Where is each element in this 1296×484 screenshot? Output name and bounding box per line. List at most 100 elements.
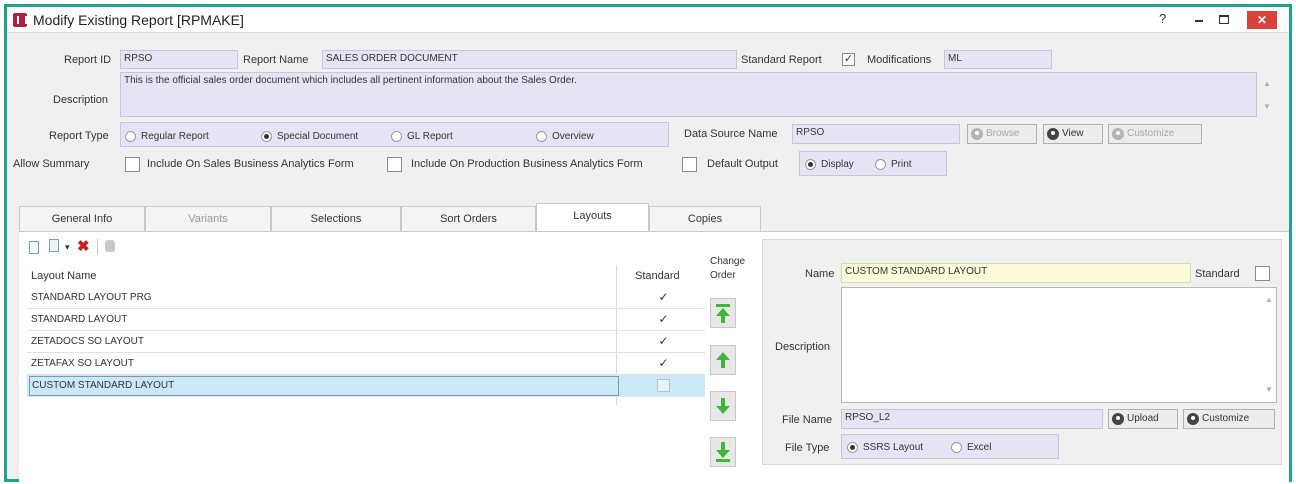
copy-layout-icon[interactable] (49, 239, 59, 252)
table-row[interactable]: ZETAFAX SO LAYOUT ✓ (27, 353, 705, 375)
include-production-checkbox[interactable] (682, 157, 697, 172)
customize-layout-icon (1187, 413, 1199, 425)
radio-excel[interactable] (951, 442, 962, 453)
layout-name-label: Name (805, 268, 835, 280)
customize-icon (1112, 128, 1124, 140)
table-row[interactable]: STANDARD LAYOUT ✓ (27, 309, 705, 331)
print-label: Print (891, 159, 912, 170)
tab-copies[interactable]: Copies (649, 206, 761, 232)
tab-selections[interactable]: Selections (271, 206, 401, 232)
layout-name-cell: ZETADOCS SO LAYOUT (31, 336, 144, 347)
tab-variants[interactable]: Variants (145, 206, 271, 232)
standard-cell[interactable]: ✓ (657, 335, 670, 348)
report-window: Modify Existing Report [RPMAKE] ? ✕ Repo… (4, 4, 1292, 483)
upload-button-label: Upload (1127, 413, 1159, 424)
default-output-label: Default Output (707, 158, 778, 170)
customize-report-label: Customize (1127, 128, 1175, 139)
hand-icon (105, 240, 115, 252)
report-name-label: Report Name (243, 54, 309, 66)
radio-ssrs-layout[interactable] (847, 442, 858, 453)
modifications-label: Modifications (867, 54, 932, 66)
radio-gl-report[interactable] (391, 131, 402, 142)
move-up-icon (716, 352, 730, 368)
scroll-down-icon[interactable]: ▼ (1263, 102, 1271, 111)
view-icon (1047, 128, 1059, 140)
radio-overview[interactable] (536, 131, 547, 142)
browse-button: Browse (967, 124, 1037, 144)
report-name-field[interactable]: SALES ORDER DOCUMENT (322, 50, 737, 69)
file-name-field[interactable]: RPSO_L2 (841, 409, 1103, 429)
layout-description-field[interactable] (841, 287, 1277, 403)
description-label: Description (53, 94, 109, 106)
modifications-field[interactable]: ML (944, 50, 1052, 69)
radio-regular-report[interactable] (125, 131, 136, 142)
report-type-label: Report Type (49, 130, 109, 142)
standard-report-checkbox[interactable]: ✓ (842, 53, 855, 66)
move-down-icon (716, 398, 730, 414)
standard-report-label: Standard Report (741, 54, 822, 66)
tab-sort-orders[interactable]: Sort Orders (401, 206, 536, 232)
layout-name-cell[interactable]: CUSTOM STANDARD LAYOUT (29, 376, 619, 396)
new-layout-icon[interactable] (29, 241, 39, 254)
view-button-label: View (1062, 128, 1084, 139)
move-up-button[interactable] (710, 345, 736, 375)
include-sales-checkbox[interactable] (387, 157, 402, 172)
ssrs-layout-label: SSRS Layout (863, 442, 924, 453)
layout-name-cell: ZETAFAX SO LAYOUT (31, 358, 134, 369)
excel-label: Excel (967, 442, 992, 453)
include-production-label: Include On Production Business Analytics… (411, 158, 643, 170)
col-standard[interactable]: Standard (635, 265, 680, 287)
customize-report-button: Customize (1108, 124, 1202, 144)
file-type-label: File Type (785, 442, 830, 454)
app-icon (13, 13, 27, 27)
standard-cell[interactable]: ✓ (657, 291, 670, 304)
radio-special-document[interactable] (261, 131, 272, 142)
minimize-icon[interactable] (1195, 20, 1203, 22)
report-id-field[interactable]: RPSO (120, 50, 238, 69)
tab-layouts[interactable]: Layouts (536, 203, 649, 232)
maximize-icon[interactable] (1219, 15, 1229, 24)
delete-layout-icon[interactable]: ✖ (77, 237, 90, 255)
special-document-label: Special Document (277, 131, 359, 142)
toolbar-divider (97, 239, 98, 255)
layout-name-cell: STANDARD LAYOUT (31, 314, 128, 325)
file-name-label: File Name (782, 414, 833, 426)
desc-scroll-up-icon[interactable]: ▲ (1265, 295, 1273, 304)
table-row-selected[interactable]: CUSTOM STANDARD LAYOUT (27, 375, 705, 397)
table-row[interactable]: STANDARD LAYOUT PRG ✓ (27, 287, 705, 309)
view-button[interactable]: View (1043, 124, 1103, 144)
gl-report-label: GL Report (407, 131, 453, 142)
overview-label: Overview (552, 131, 594, 142)
radio-print[interactable] (875, 159, 886, 170)
scroll-up-icon[interactable]: ▲ (1263, 79, 1271, 88)
standard-cell[interactable] (657, 379, 670, 392)
layout-standard-label: Standard (1195, 268, 1240, 280)
move-top-button[interactable] (710, 298, 736, 328)
standard-cell[interactable]: ✓ (657, 313, 670, 326)
radio-display[interactable] (805, 159, 816, 170)
upload-button[interactable]: Upload (1108, 409, 1178, 429)
move-bottom-button[interactable] (710, 437, 736, 467)
copy-dropdown-icon[interactable]: ▾ (65, 242, 70, 253)
include-sales-label: Include On Sales Business Analytics Form (147, 158, 354, 170)
desc-scroll-down-icon[interactable]: ▼ (1265, 385, 1273, 394)
layout-standard-checkbox[interactable] (1255, 266, 1270, 281)
change-order-label: Change Order (710, 256, 746, 281)
customize-layout-button[interactable]: Customize (1183, 409, 1275, 429)
layout-name-field[interactable]: CUSTOM STANDARD LAYOUT (841, 263, 1191, 283)
close-button[interactable]: ✕ (1247, 11, 1277, 29)
data-source-field[interactable]: RPSO (792, 124, 960, 144)
help-icon[interactable]: ? (1159, 11, 1166, 26)
standard-cell[interactable]: ✓ (657, 357, 670, 370)
data-source-label: Data Source Name (684, 128, 778, 140)
move-bottom-icon (716, 442, 730, 462)
layout-name-cell: STANDARD LAYOUT PRG (31, 292, 152, 303)
tab-general-info[interactable]: General Info (19, 206, 145, 232)
table-row[interactable]: ZETADOCS SO LAYOUT ✓ (27, 331, 705, 353)
move-down-button[interactable] (710, 391, 736, 421)
allow-summary-checkbox[interactable] (125, 157, 140, 172)
col-layout-name[interactable]: Layout Name (31, 265, 96, 287)
browse-button-label: Browse (986, 128, 1020, 139)
regular-report-label: Regular Report (141, 131, 209, 142)
description-field[interactable]: This is the official sales order documen… (120, 72, 1257, 117)
